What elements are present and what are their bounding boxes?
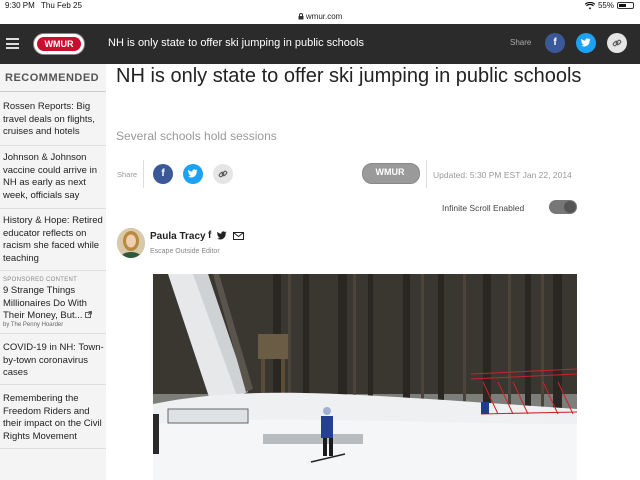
author-name[interactable]: Paula Tracy <box>150 231 206 242</box>
header-title: NH is only state to offer ski jumping in… <box>108 37 364 49</box>
recommended-item[interactable]: COVID-19 in NH: Town-by-town coronavirus… <box>3 342 105 380</box>
twitter-icon[interactable] <box>217 231 227 240</box>
infinite-scroll-toggle[interactable] <box>549 200 577 214</box>
author-avatar[interactable] <box>117 228 145 258</box>
battery-icon <box>617 2 634 9</box>
recommended-item[interactable]: Remembering the Freedom Riders and their… <box>3 393 105 443</box>
menu-icon[interactable] <box>6 38 19 49</box>
link-icon[interactable] <box>213 164 233 184</box>
station-logo: WMUR <box>362 163 420 184</box>
email-icon[interactable] <box>233 231 245 240</box>
recommended-sidebar: RECOMMENDED Rossen Reports: Big travel d… <box>0 64 106 480</box>
article-subtitle: Several schools hold sessions <box>116 129 277 143</box>
twitter-icon[interactable] <box>576 33 596 53</box>
battery-percent: 55% <box>597 1 614 10</box>
site-logo[interactable]: WMUR <box>33 33 85 55</box>
url-text: wmur.com <box>305 12 343 21</box>
article-title: NH is only state to offer ski jumping in… <box>116 65 582 87</box>
status-right: 55% <box>584 1 634 10</box>
url-bar[interactable]: wmur.com <box>0 10 640 24</box>
sponsored-item[interactable]: 9 Strange Things Millionaires Do With Th… <box>3 285 105 323</box>
article-photo[interactable] <box>153 274 577 480</box>
wifi-icon <box>584 1 595 9</box>
recommended-heading: RECOMMENDED <box>5 72 100 84</box>
article-share-label: Share <box>117 170 138 179</box>
lock-icon <box>298 13 304 20</box>
twitter-icon[interactable] <box>183 164 203 184</box>
external-link-icon <box>85 311 93 318</box>
status-time: 9:30 PM <box>5 1 35 10</box>
author-title: Escape Outside Editor <box>150 248 220 255</box>
status-date: Thu Feb 25 <box>41 1 82 10</box>
recommended-item[interactable]: Rossen Reports: Big travel deals on flig… <box>3 101 105 139</box>
link-icon[interactable] <box>607 33 627 53</box>
header-share-label: Share <box>510 38 532 47</box>
facebook-icon[interactable]: f <box>208 230 211 241</box>
updated-timestamp: Updated: 5:30 PM EST Jan 22, 2014 <box>433 170 572 180</box>
sponsored-byline: by The Penny Hoarder <box>3 322 64 328</box>
facebook-icon[interactable]: f <box>545 33 565 53</box>
sponsored-label: SPONSORED CONTENT <box>3 277 78 283</box>
site-header: WMUR NH is only state to offer ski jumpi… <box>0 24 640 64</box>
infinite-scroll-label: Infinite Scroll Enabled <box>442 203 525 213</box>
recommended-item[interactable]: Johnson & Johnson vaccine could arrive i… <box>3 152 105 202</box>
facebook-icon[interactable]: f <box>153 164 173 184</box>
recommended-item[interactable]: History & Hope: Retired educator reflect… <box>3 215 105 265</box>
